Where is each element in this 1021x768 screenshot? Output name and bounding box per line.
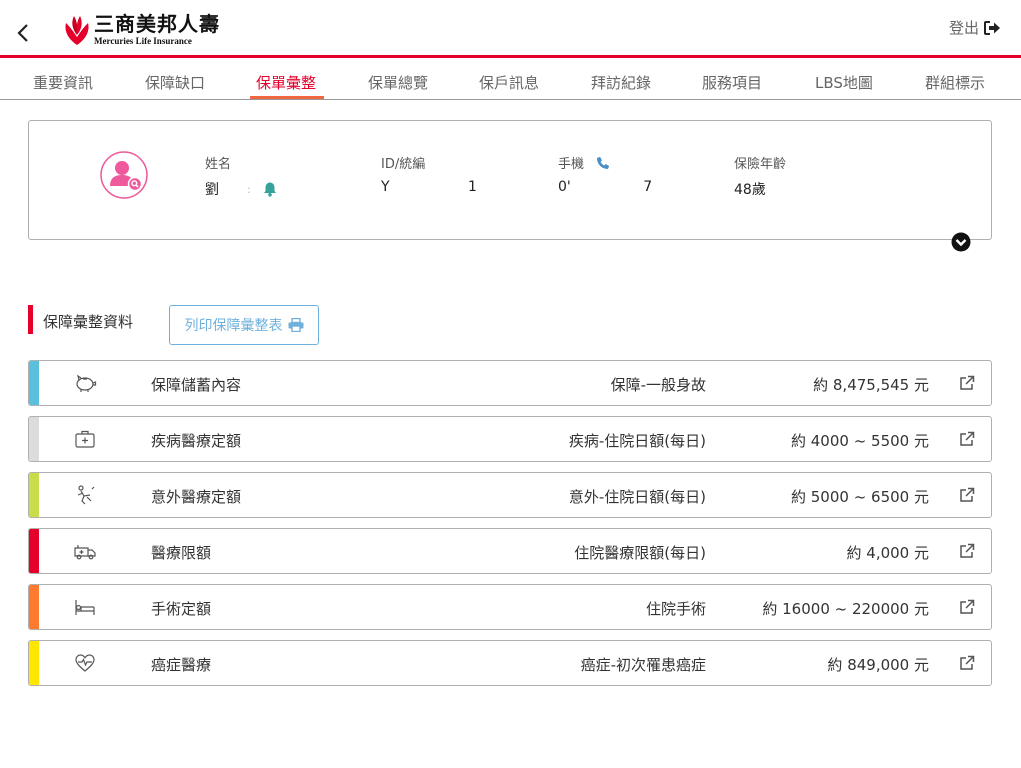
coverage-amount: 約 5000 ~ 6500 元 xyxy=(791,488,929,506)
row-color-stripe xyxy=(29,417,39,461)
name-value: 劉 xyxy=(205,182,219,198)
tab-visit-records[interactable]: 拜訪紀錄 xyxy=(591,72,651,93)
tab-coverage-gap[interactable]: 保障缺口 xyxy=(145,72,205,93)
external-link-icon[interactable] xyxy=(959,431,975,447)
coverage-type: 癌症-初次罹患癌症 xyxy=(580,656,706,674)
company-logo: 三商美邦人壽 Mercuries Life Insurance xyxy=(62,12,220,48)
id-value-start: Y xyxy=(381,179,390,195)
falling-person-icon xyxy=(77,485,95,505)
print-summary-button[interactable]: 列印保障彙整表 xyxy=(169,305,319,345)
tab-policy-overview[interactable]: 保單總覽 xyxy=(368,72,428,93)
coverage-name: 疾病醫療定額 xyxy=(151,432,242,450)
phone-value-start: 0' xyxy=(558,179,571,195)
phone-label: 手機 xyxy=(558,157,585,172)
coverage-name: 保障儲蓄內容 xyxy=(151,376,242,394)
name-separator: : xyxy=(247,182,251,196)
coverage-name: 手術定額 xyxy=(151,600,212,618)
coverage-row-accident[interactable]: 意外醫療定額 意外-住院日額(每日) 約 5000 ~ 6500 元 xyxy=(28,472,992,518)
coverage-amount: 約 8,475,545 元 xyxy=(813,376,929,394)
medical-kit-icon xyxy=(75,430,95,448)
external-link-icon[interactable] xyxy=(959,375,975,391)
ambulance-icon xyxy=(74,545,96,560)
coverage-amount: 約 4,000 元 xyxy=(846,544,929,562)
coverage-amount: 約 16000 ~ 220000 元 xyxy=(762,600,929,618)
age-value: 48歲 xyxy=(734,182,766,198)
tab-policy-summary[interactable]: 保單彙整 xyxy=(256,72,316,93)
coverage-type: 保障-一般身故 xyxy=(610,376,706,394)
age-label: 保險年齡 xyxy=(734,157,787,172)
hospital-bed-icon xyxy=(75,600,95,615)
id-field: ID/統編 Y 1 xyxy=(381,153,477,195)
section-accent-bar xyxy=(28,305,33,334)
id-value-end: 1 xyxy=(468,179,477,195)
section-title: 保障彙整資料 xyxy=(43,313,134,331)
coverage-name: 意外醫療定額 xyxy=(151,488,242,506)
external-link-icon[interactable] xyxy=(959,543,975,559)
printer-icon xyxy=(288,318,303,332)
tab-group-tags[interactable]: 群組標示 xyxy=(925,72,985,93)
sign-out-icon xyxy=(984,20,1000,35)
piggy-bank-icon xyxy=(76,374,97,392)
coverage-name: 癌症醫療 xyxy=(151,656,212,674)
coverage-amount: 約 849,000 元 xyxy=(827,656,929,674)
heartbeat-icon xyxy=(75,654,95,672)
coverage-row-cancer[interactable]: 癌症醫療 癌症-初次罹患癌症 約 849,000 元 xyxy=(28,640,992,686)
bell-icon[interactable] xyxy=(262,181,278,197)
chevron-left-icon[interactable] xyxy=(14,22,32,44)
logout-button[interactable]: 登出 xyxy=(949,17,1001,38)
app-header: 三商美邦人壽 Mercuries Life Insurance 登出 xyxy=(0,0,1021,58)
row-color-stripe xyxy=(29,473,39,517)
phone-icon[interactable] xyxy=(596,156,610,170)
logout-label: 登出 xyxy=(948,19,979,37)
chevron-down-circle-icon[interactable] xyxy=(951,232,971,252)
name-field: 姓名 劉 : xyxy=(205,153,278,199)
age-field: 保險年齡 48歲 xyxy=(734,153,786,199)
client-profile-card: 姓名 劉 : ID/統編 Y 1 手機 0' 7 保險年齡 48歲 xyxy=(28,120,992,252)
external-link-icon[interactable] xyxy=(959,599,975,615)
user-search-icon xyxy=(100,151,148,199)
logo-mark-icon xyxy=(65,16,89,45)
external-link-icon[interactable] xyxy=(959,655,975,671)
external-link-icon[interactable] xyxy=(959,487,975,503)
logo-en-text: Mercuries Life Insurance xyxy=(94,36,192,46)
tab-services[interactable]: 服務項目 xyxy=(702,72,762,93)
row-color-stripe xyxy=(29,641,39,685)
coverage-row-savings[interactable]: 保障儲蓄內容 保障-一般身故 約 8,475,545 元 xyxy=(28,360,992,406)
coverage-type: 疾病-住院日額(每日) xyxy=(568,432,706,450)
row-color-stripe xyxy=(29,529,39,573)
tab-important-info[interactable]: 重要資訊 xyxy=(33,72,93,93)
coverage-row-illness[interactable]: 疾病醫療定額 疾病-住院日額(每日) 約 4000 ~ 5500 元 xyxy=(28,416,992,462)
tab-bar: 重要資訊 保障缺口 保單彙整 保單總覽 保戶訊息 拜訪紀錄 服務項目 LBS地圖… xyxy=(0,61,1021,100)
coverage-type: 住院手術 xyxy=(645,600,706,618)
tab-client-messages[interactable]: 保戶訊息 xyxy=(479,72,539,93)
name-label: 姓名 xyxy=(205,157,232,172)
phone-value-end: 7 xyxy=(643,179,653,195)
coverage-amount: 約 4000 ~ 5500 元 xyxy=(791,432,929,450)
coverage-name: 醫療限額 xyxy=(151,544,212,562)
coverage-row-medical-limit[interactable]: 醫療限額 住院醫療限額(每日) 約 4,000 元 xyxy=(28,528,992,574)
logo-cn-text: 三商美邦人壽 xyxy=(94,12,220,36)
coverage-type: 住院醫療限額(每日) xyxy=(574,544,706,562)
tab-lbs-map[interactable]: LBS地圖 xyxy=(815,72,873,93)
row-color-stripe xyxy=(29,361,39,405)
print-summary-label: 列印保障彙整表 xyxy=(184,318,283,334)
active-tab-indicator xyxy=(250,96,324,99)
coverage-type: 意外-住院日額(每日) xyxy=(568,488,706,506)
id-label: ID/統編 xyxy=(381,157,426,172)
phone-field: 手機 0' 7 xyxy=(558,153,652,195)
row-color-stripe xyxy=(29,585,39,629)
coverage-row-surgery[interactable]: 手術定額 住院手術 約 16000 ~ 220000 元 xyxy=(28,584,992,630)
